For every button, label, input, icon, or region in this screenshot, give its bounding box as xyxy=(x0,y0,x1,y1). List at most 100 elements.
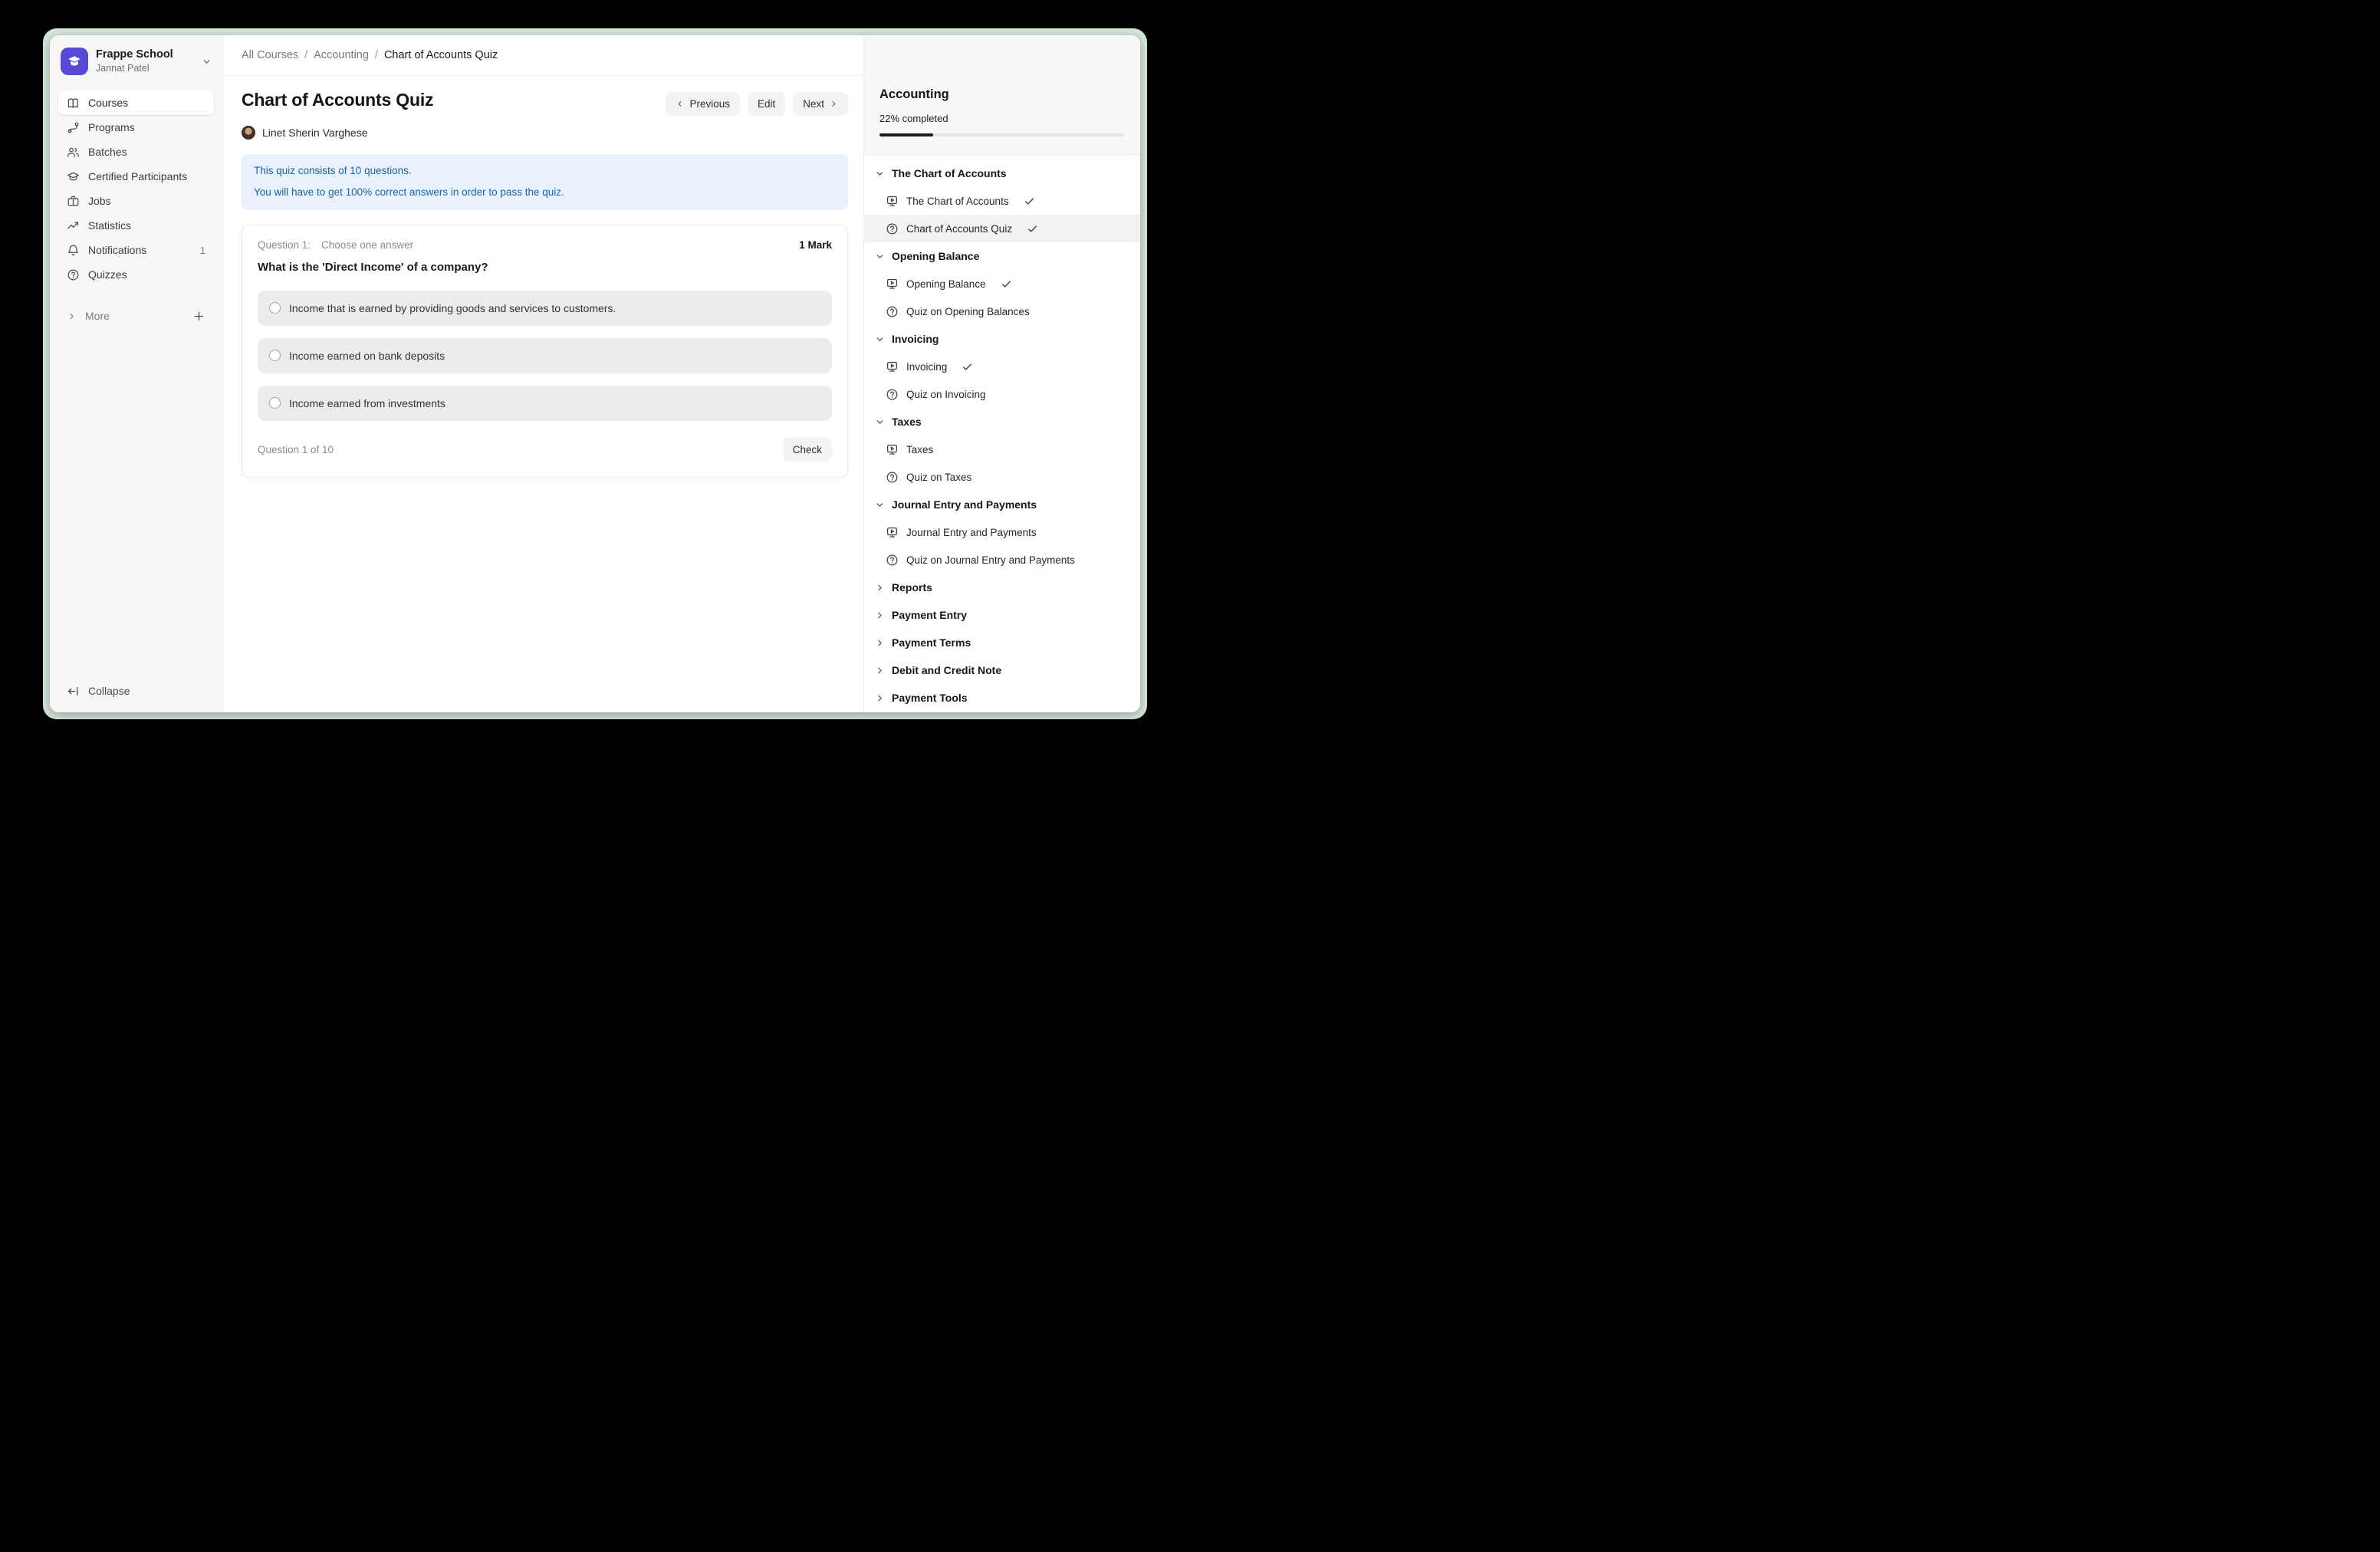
outline-section-invoicing[interactable]: Invoicing xyxy=(864,325,1140,353)
chevron-right-icon xyxy=(875,583,885,593)
outline-section-payment-entry[interactable]: Payment Entry xyxy=(864,601,1140,629)
outline-item-label: Quiz on Taxes xyxy=(906,472,971,483)
answer-options: Income that is earned by providing goods… xyxy=(258,291,832,421)
next-label: Next xyxy=(803,98,824,110)
radio-button[interactable] xyxy=(269,397,281,409)
breadcrumb-separator: / xyxy=(375,49,378,61)
quiz-info-line-1: This quiz consists of 10 questions. xyxy=(254,164,836,179)
sidebar-item-programs[interactable]: Programs xyxy=(58,115,214,140)
plus-icon[interactable] xyxy=(192,310,205,323)
edit-label: Edit xyxy=(758,98,775,110)
chevron-down-icon xyxy=(875,500,885,510)
outline-section-opening-balance[interactable]: Opening Balance xyxy=(864,242,1140,270)
sidebar-item-more[interactable]: More xyxy=(58,304,214,328)
quiz-icon xyxy=(886,471,899,484)
sidebar-menu: Courses ProgramsBatchesCertified Particip… xyxy=(58,90,214,287)
next-button[interactable]: Next xyxy=(793,92,848,116)
more-label: More xyxy=(85,310,110,322)
breadcrumb-link-accounting[interactable]: Accounting xyxy=(314,49,369,61)
check-button[interactable]: Check xyxy=(783,438,832,462)
answer-option[interactable]: Income that is earned by providing goods… xyxy=(258,291,832,326)
trending-up-icon xyxy=(67,219,80,232)
frappe-school-logo-icon xyxy=(61,48,88,75)
outline-section-title: The Chart of Accounts xyxy=(892,167,1007,179)
outline-item-taxes[interactable]: Taxes xyxy=(864,436,1140,463)
outline-item-label: Quiz on Journal Entry and Payments xyxy=(906,554,1075,566)
outline-item-quiz-on-opening-balances[interactable]: Quiz on Opening Balances xyxy=(864,298,1140,325)
outline-item-opening-balance[interactable]: Opening Balance xyxy=(864,270,1140,298)
sidebar-item-certified-participants[interactable]: Certified Participants xyxy=(58,164,214,189)
breadcrumb-link-all-courses[interactable]: All Courses xyxy=(242,49,298,61)
question-text: What is the 'Direct Income' of a company… xyxy=(258,261,832,274)
outline-section-title: Debit and Credit Note xyxy=(892,664,1001,676)
chevron-right-icon xyxy=(875,693,885,703)
course-progress-bar xyxy=(879,133,1125,136)
page-actions: Previous Edit Next xyxy=(666,92,848,116)
sidebar-item-jobs[interactable]: Jobs xyxy=(58,189,214,213)
outline-item-label: Chart of Accounts Quiz xyxy=(906,223,1012,235)
sidebar-item-batches[interactable]: Batches xyxy=(58,140,214,164)
outline-section-taxes[interactable]: Taxes xyxy=(864,408,1140,436)
quiz-info-banner: This quiz consists of 10 questions. You … xyxy=(242,154,848,210)
desktop-background: { "workspace": { "school_name": "Frappe … xyxy=(0,0,1190,776)
chevron-down-icon xyxy=(875,334,885,344)
briefcase-icon xyxy=(67,195,80,208)
previous-button[interactable]: Previous xyxy=(666,92,740,116)
sidebar-item-courses[interactable]: Courses xyxy=(58,90,214,115)
answer-option-label: Income earned from investments xyxy=(289,397,445,409)
answer-option[interactable]: Income earned from investments xyxy=(258,386,832,421)
outline-section-title: Taxes xyxy=(892,416,922,428)
outline-item-label: Taxes xyxy=(906,444,933,455)
lesson-icon xyxy=(886,360,899,373)
outline-section-debit-and-credit-note[interactable]: Debit and Credit Note xyxy=(864,656,1140,684)
lesson-icon xyxy=(886,278,899,291)
sidebar-item-label: Statistics xyxy=(88,219,131,232)
course-outline-header: Accounting 22% completed xyxy=(864,35,1140,155)
workspace-user: Jannat Patel xyxy=(96,63,194,74)
workspace-switcher[interactable]: Frappe School Jannat Patel xyxy=(58,46,214,75)
chevron-right-icon xyxy=(875,610,885,620)
outline-section-the-chart-of-accounts[interactable]: The Chart of Accounts xyxy=(864,159,1140,187)
author-avatar xyxy=(242,126,255,140)
outline-item-journal-entry-and-payments[interactable]: Journal Entry and Payments xyxy=(864,518,1140,546)
outline-section-journal-entry-and-payments[interactable]: Journal Entry and Payments xyxy=(864,491,1140,518)
outline-item-label: The Chart of Accounts xyxy=(906,196,1009,207)
outline-item-quiz-on-invoicing[interactable]: Quiz on Invoicing xyxy=(864,380,1140,408)
outline-section-reports[interactable]: Reports xyxy=(864,574,1140,601)
outline-item-quiz-on-journal-entry-and-payments[interactable]: Quiz on Journal Entry and Payments xyxy=(864,546,1140,574)
question-progress: Question 1 of 10 xyxy=(258,444,334,455)
sidebar-item-quizzes[interactable]: Quizzes xyxy=(58,262,214,287)
outline-item-quiz-on-taxes[interactable]: Quiz on Taxes xyxy=(864,463,1140,491)
outline-item-invoicing[interactable]: Invoicing xyxy=(864,353,1140,380)
chevron-right-icon xyxy=(875,638,885,648)
outline-section-payment-terms[interactable]: Payment Terms xyxy=(864,629,1140,656)
outline-item-label: Journal Entry and Payments xyxy=(906,527,1037,538)
sidebar-item-label: Quizzes xyxy=(88,268,127,281)
course-outline-list: The Chart of Accounts The Chart of Accoun… xyxy=(864,155,1140,712)
outline-item-the-chart-of-accounts[interactable]: The Chart of Accounts xyxy=(864,187,1140,215)
radio-button[interactable] xyxy=(269,350,281,361)
quiz-icon xyxy=(886,554,899,567)
quiz-icon xyxy=(886,305,899,318)
sidebar-item-notifications[interactable]: Notifications1 xyxy=(58,238,214,262)
sidebar-item-statistics[interactable]: Statistics xyxy=(58,213,214,238)
outline-item-label: Invoicing xyxy=(906,361,947,373)
sidebar-item-label: Courses xyxy=(88,97,128,109)
radio-button[interactable] xyxy=(269,302,281,314)
collapse-sidebar-button[interactable]: Collapse xyxy=(58,677,214,705)
edit-button[interactable]: Edit xyxy=(748,92,785,116)
quiz-info-line-2: You will have to get 100% correct answer… xyxy=(254,186,836,200)
quiz-icon xyxy=(886,222,899,235)
workspace-names: Frappe School Jannat Patel xyxy=(96,48,194,74)
answer-option-label: Income that is earned by providing goods… xyxy=(289,302,616,314)
author-name: Linet Sherin Varghese xyxy=(262,127,368,139)
outline-section-title: Reports xyxy=(892,581,932,594)
outline-item-label: Opening Balance xyxy=(906,278,986,290)
outline-item-chart-of-accounts-quiz[interactable]: Chart of Accounts Quiz xyxy=(864,215,1140,242)
chevron-left-icon xyxy=(676,100,684,108)
answer-option[interactable]: Income earned on bank deposits xyxy=(258,338,832,373)
outline-section-title: Payment Tools xyxy=(892,692,968,704)
outline-section-payment-tools[interactable]: Payment Tools xyxy=(864,684,1140,712)
chevron-down-icon xyxy=(875,252,885,261)
breadcrumb: All Courses / Accounting / Chart of Acco… xyxy=(223,35,863,76)
